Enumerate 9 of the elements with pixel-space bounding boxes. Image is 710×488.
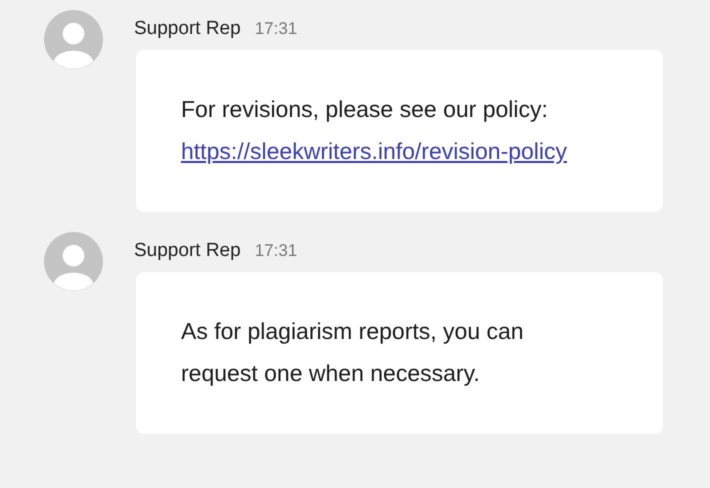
message-time: 17:31 bbox=[254, 241, 298, 261]
avatar-icon bbox=[44, 10, 103, 69]
sender-name: Support Rep bbox=[134, 240, 241, 262]
sender-name: Support Rep bbox=[134, 18, 241, 40]
message-time: 17:31 bbox=[254, 19, 298, 39]
message-text: For revisions, please see our policy: bbox=[181, 95, 549, 124]
message-text: As for plagiarism reports, you can request one when necessary. bbox=[181, 317, 525, 388]
policy-link[interactable]: https://sleekwriters.info/revision-policy bbox=[181, 130, 581, 172]
avatar-icon bbox=[44, 232, 103, 291]
